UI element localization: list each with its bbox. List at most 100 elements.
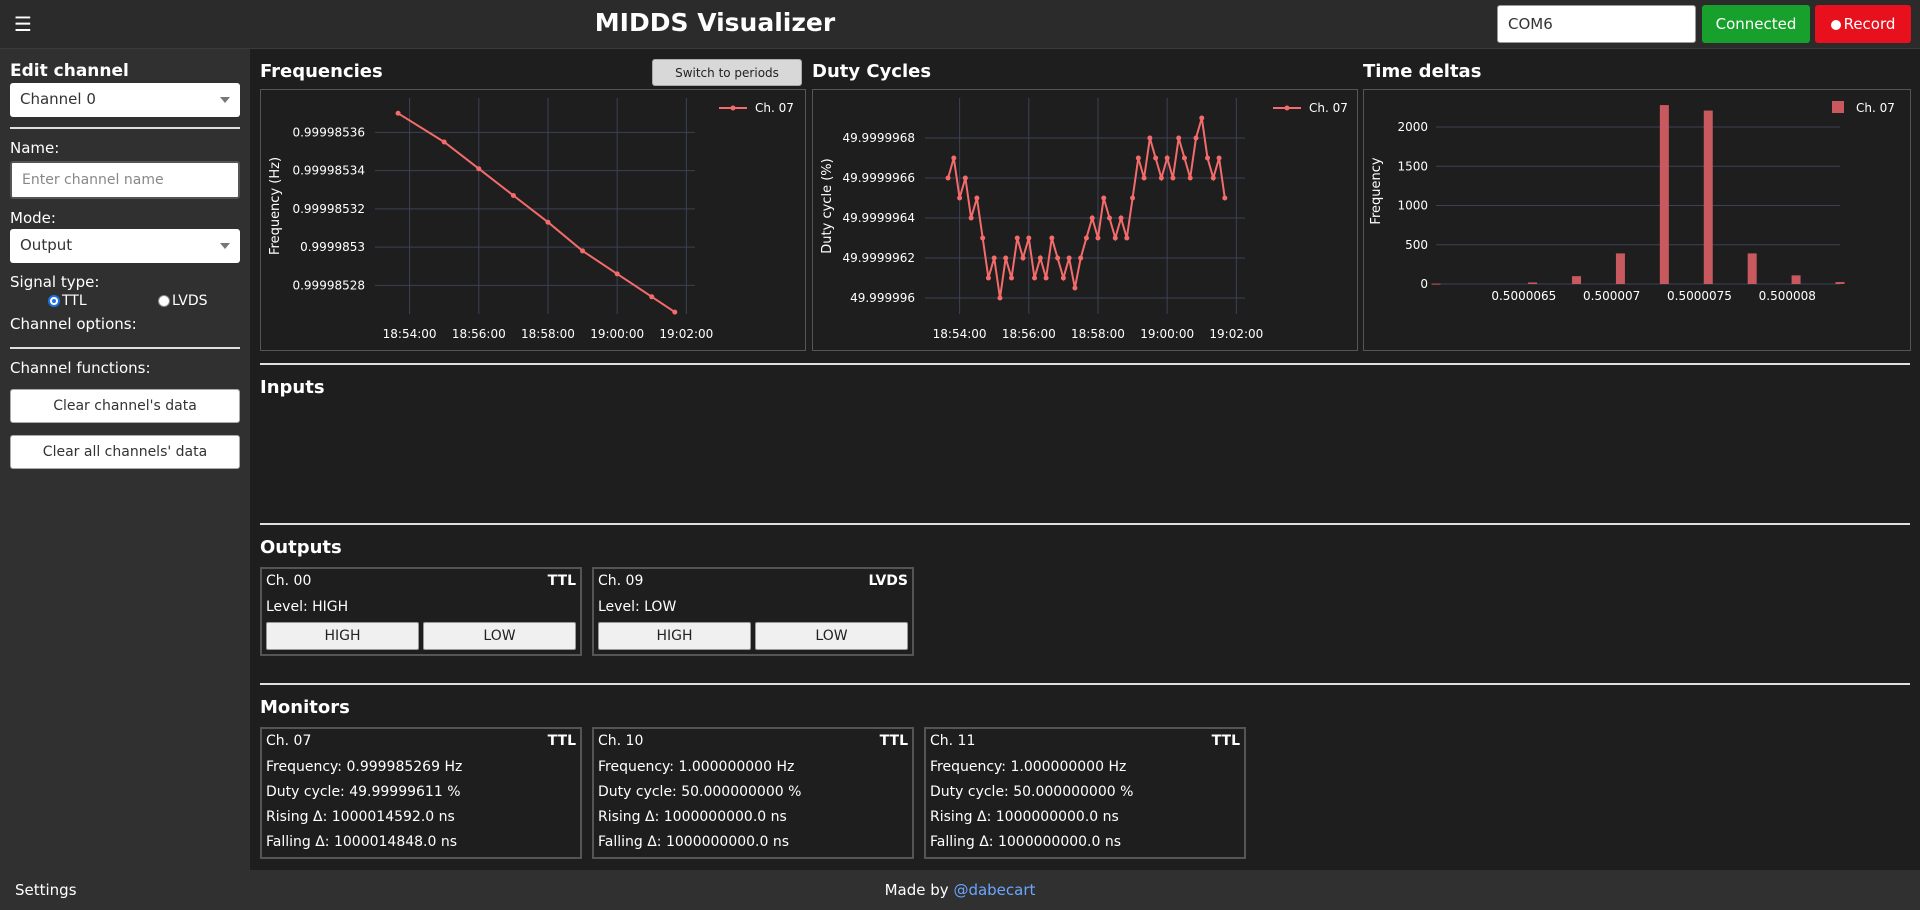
card-frequency: Frequency: 1.000000000 Hz (930, 759, 1127, 775)
data-point (1083, 235, 1089, 241)
data-point (1078, 255, 1084, 261)
legend-marker (1284, 105, 1290, 111)
x-tick-label: 18:56:00 (452, 327, 506, 341)
card-signal-type: LVDS (868, 573, 908, 589)
set-high-button[interactable]: HIGH (266, 622, 419, 650)
sidebar-divider (10, 127, 240, 129)
duty-cycles-chart[interactable]: 18:54:00 18:56:00 18:58:00 19:00:00 19:02:00… (812, 89, 1358, 351)
channel-options-label: Channel options: (10, 315, 137, 333)
y-axis-title: Duty cycle (%) (820, 158, 835, 253)
made-by-text: Made by (884, 881, 954, 899)
clear-all-channels-button[interactable]: Clear all channels' data (10, 435, 240, 469)
channel-functions-label: Channel functions: (10, 359, 151, 377)
switch-to-periods-button[interactable]: Switch to periods (652, 59, 802, 86)
y-tick-label: 49.9999962 (842, 251, 915, 265)
card-falling-delta: Falling Δ: 1000000000.0 ns (598, 834, 790, 850)
chevron-down-icon (220, 97, 230, 103)
monitors-title: Monitors (260, 697, 350, 718)
radio-ttl[interactable]: TTL (48, 293, 87, 309)
data-point (951, 155, 957, 161)
data-point (1170, 175, 1176, 181)
series-line (947, 117, 1226, 299)
outputs-title: Outputs (260, 537, 342, 558)
data-point (1135, 155, 1141, 161)
radio-ttl-circle[interactable] (48, 295, 60, 307)
data-point (614, 271, 620, 277)
data-point (1095, 235, 1101, 241)
card-signal-type: TTL (1211, 733, 1240, 749)
card-rising-delta: Rising Δ: 1000000000.0 ns (930, 809, 1119, 825)
y-tick-label: 49.9999968 (842, 131, 915, 145)
app-header: ☰ MIDDS Visualizer Connected Record (0, 0, 1920, 49)
data-point (974, 195, 980, 201)
sidebar: Edit channel Channel 0 Name: Mode: Outpu… (0, 49, 250, 870)
record-dot-icon (1830, 20, 1841, 30)
data-point (1101, 195, 1107, 201)
data-point (1141, 175, 1147, 181)
radio-lvds-circle[interactable] (158, 295, 170, 307)
data-point (1055, 255, 1061, 261)
monitor-card-ch07: Ch. 07 TTL Frequency: 0.999985269 Hz Dut… (260, 727, 582, 859)
card-duty-cycle: Duty cycle: 49.99999611 % (266, 784, 461, 800)
legend-marker (730, 105, 736, 111)
data-point (649, 294, 655, 300)
set-low-button[interactable]: LOW (755, 622, 908, 650)
data-point (1210, 175, 1216, 181)
connected-button[interactable]: Connected (1702, 5, 1810, 43)
card-rising-delta: Rising Δ: 1000014592.0 ns (266, 809, 455, 825)
data-point (1049, 235, 1055, 241)
channel-select[interactable]: Channel 0 (10, 83, 240, 117)
card-signal-type: TTL (547, 573, 576, 589)
legend-label: Ch. 07 (1856, 101, 1895, 115)
y-tick-label: 0.9999853 (300, 240, 365, 254)
data-point (510, 192, 516, 198)
data-point (1216, 155, 1222, 161)
data-point (1193, 135, 1199, 141)
x-tick-label: 19:02:00 (659, 327, 713, 341)
data-point (1176, 135, 1182, 141)
monitor-card-ch11: Ch. 11 TTL Frequency: 1.000000000 Hz Dut… (924, 727, 1246, 859)
y-tick-label: 0.99998532 (292, 202, 365, 216)
y-tick-label: 0 (1420, 277, 1428, 291)
card-falling-delta: Falling Δ: 1000000000.0 ns (930, 834, 1122, 850)
histogram-bar (1572, 276, 1582, 284)
sidebar-divider (10, 347, 240, 349)
time-deltas-chart[interactable]: 0 500 1000 1500 2000 0.5000065 0.500007 0.50000… (1363, 89, 1911, 351)
data-point (957, 195, 963, 201)
card-frequency: Frequency: 1.000000000 Hz (598, 759, 795, 775)
app-footer: Settings Made by @dabecart (0, 870, 1920, 910)
x-tick-label: 19:02:00 (1209, 327, 1263, 341)
card-falling-delta: Falling Δ: 1000014848.0 ns (266, 834, 458, 850)
frequencies-title: Frequencies (260, 61, 383, 82)
serial-port-input[interactable] (1497, 5, 1696, 43)
data-point (1003, 255, 1009, 261)
y-tick-label: 2000 (1397, 120, 1428, 134)
set-high-button[interactable]: HIGH (598, 622, 751, 650)
section-divider (260, 683, 1910, 685)
radio-lvds[interactable]: LVDS (158, 293, 208, 309)
x-tick-label: 18:58:00 (521, 327, 575, 341)
frequencies-chart[interactable]: 18:54:00 18:56:00 18:58:00 19:00:00 19:02:00… (260, 89, 806, 351)
set-low-button[interactable]: LOW (423, 622, 576, 650)
y-tick-label: 0.99998534 (292, 164, 365, 178)
card-rising-delta: Rising Δ: 1000000000.0 ns (598, 809, 787, 825)
data-point (980, 235, 986, 241)
signal-type-label: Signal type: (10, 273, 100, 291)
author-link[interactable]: @dabecart (953, 881, 1035, 899)
mode-select[interactable]: Output (10, 229, 240, 263)
section-divider (260, 363, 1910, 365)
channel-name-input[interactable] (10, 161, 240, 199)
inputs-title: Inputs (260, 377, 325, 398)
data-point (1124, 235, 1130, 241)
mode-select-value: Output (20, 236, 73, 254)
card-level: Level: HIGH (266, 599, 349, 615)
data-point (1153, 155, 1159, 161)
data-point (1147, 135, 1153, 141)
name-label: Name: (10, 139, 60, 157)
data-point (1112, 235, 1118, 241)
record-button[interactable]: Record (1815, 5, 1911, 43)
data-point (1205, 155, 1211, 161)
data-point (441, 139, 447, 145)
clear-channel-button[interactable]: Clear channel's data (10, 389, 240, 423)
card-channel: Ch. 07 (266, 733, 312, 749)
